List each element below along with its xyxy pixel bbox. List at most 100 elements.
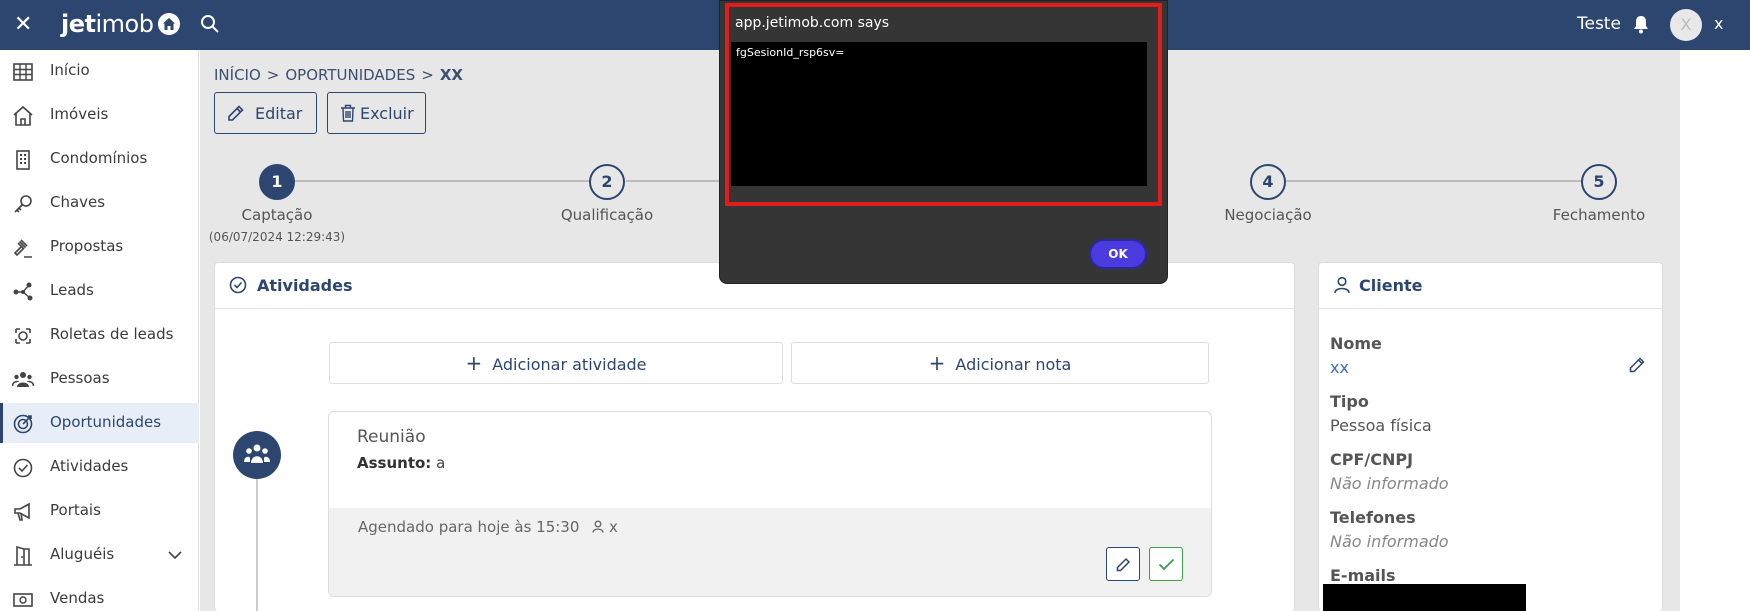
- step-4-label: Negociação: [1224, 206, 1312, 224]
- plus-icon: +: [928, 351, 946, 375]
- breadcrumb-inicio[interactable]: INÍCIO: [214, 66, 261, 84]
- activities-title: Atividades: [257, 276, 353, 295]
- activity-item[interactable]: Reunião Assunto: a Agendado para hoje às…: [328, 411, 1212, 597]
- sidebar-item-label: Chaves: [50, 193, 106, 211]
- dialog-message: fgSesionId_rsp6sv=: [736, 46, 845, 59]
- bell-icon[interactable]: [1632, 14, 1650, 38]
- people-icon: [12, 372, 34, 387]
- breadcrumb-current: XX: [439, 66, 463, 84]
- step-5[interactable]: 5: [1581, 164, 1617, 200]
- stepper-line: [1286, 180, 1584, 182]
- check-circle-icon: [13, 458, 33, 478]
- key-icon: [14, 195, 32, 213]
- sidebar-item-roletas[interactable]: Roletas de leads: [0, 315, 199, 355]
- add-activity-label: Adicionar atividade: [492, 355, 647, 374]
- sidebar-item-label: Imóveis: [50, 105, 109, 123]
- person-icon: [592, 520, 604, 533]
- roulette-icon: [15, 328, 31, 344]
- door-icon: [14, 545, 32, 566]
- sidebar-item-portais[interactable]: Portais: [0, 491, 199, 531]
- complete-activity-button[interactable]: [1149, 547, 1183, 581]
- edit-button[interactable]: Editar: [214, 92, 317, 134]
- step-2-label: Qualificação: [560, 206, 654, 224]
- sidebar-item-imoveis[interactable]: Imóveis: [0, 95, 199, 135]
- sidebar-item-condominios[interactable]: Condomínios: [0, 139, 199, 179]
- edit-client-icon[interactable]: [1629, 357, 1645, 373]
- client-cpf-value: Não informado: [1330, 474, 1449, 493]
- client-title: Cliente: [1359, 276, 1423, 295]
- assignee: x: [608, 518, 618, 536]
- step-1-label: Captação: [241, 206, 313, 224]
- subject-value: a: [436, 454, 446, 472]
- sidebar-item-leads[interactable]: Leads: [0, 271, 199, 311]
- add-note-label: Adicionar nota: [955, 355, 1072, 374]
- add-activity-button[interactable]: + Adicionar atividade: [329, 342, 783, 384]
- search-icon[interactable]: [200, 14, 220, 38]
- building-icon: [16, 150, 30, 170]
- ok-button[interactable]: OK: [1089, 239, 1147, 269]
- dialog-message-box: [731, 42, 1147, 186]
- check-circle-icon: [229, 276, 247, 294]
- right-gutter: [1680, 50, 1750, 611]
- step-4[interactable]: 4: [1250, 164, 1286, 200]
- activity-schedule: Agendado para hoje às 15:30 x: [358, 518, 618, 536]
- sidebar-item-label: Início: [50, 61, 90, 79]
- alert-dialog: app.jetimob.com says fgSesionId_rsp6sv= …: [719, 0, 1168, 284]
- sidebar-item-label: Portais: [50, 501, 101, 519]
- money-icon: [13, 593, 33, 607]
- sidebar-item-atividades[interactable]: Atividades: [0, 447, 199, 487]
- client-header: Cliente: [1319, 263, 1662, 309]
- pencil-icon: [1116, 557, 1131, 572]
- stepper-line: [294, 180, 596, 182]
- sidebar-item-oportunidades[interactable]: Oportunidades: [0, 403, 199, 443]
- pencil-icon: [228, 105, 244, 121]
- step-2[interactable]: 2: [589, 164, 625, 200]
- sidebar: Início Imóveis Condomínios Chaves Propos…: [0, 50, 199, 611]
- sidebar-item-alugueis[interactable]: Aluguéis: [0, 535, 199, 575]
- delete-button[interactable]: Excluir: [327, 92, 426, 134]
- activity-title: Reunião: [357, 427, 426, 447]
- client-type-label: Tipo: [1330, 392, 1369, 411]
- sidebar-item-label: Condomínios: [50, 149, 148, 167]
- close-label[interactable]: x: [1714, 14, 1723, 33]
- house-icon: [13, 105, 33, 126]
- client-phones-value: Não informado: [1330, 532, 1449, 551]
- sidebar-item-vendas[interactable]: Vendas: [0, 579, 199, 611]
- breadcrumb: INÍCIO > OPORTUNIDADES > XX: [214, 66, 463, 84]
- sidebar-item-label: Atividades: [50, 457, 129, 475]
- sidebar-item-inicio[interactable]: Início: [0, 51, 199, 91]
- client-cpf-label: CPF/CNPJ: [1330, 450, 1414, 469]
- chevron-down-icon[interactable]: [168, 550, 182, 560]
- sidebar-item-label: Propostas: [50, 237, 124, 255]
- gavel-icon: [13, 239, 32, 258]
- sidebar-item-chaves[interactable]: Chaves: [0, 183, 199, 223]
- step-1[interactable]: 1: [259, 164, 295, 200]
- client-card: Cliente: [1318, 262, 1663, 611]
- sidebar-item-label: Aluguéis: [50, 545, 115, 563]
- network-icon: [13, 282, 33, 301]
- sidebar-item-propostas[interactable]: Propostas: [0, 227, 199, 267]
- step-5-label: Fechamento: [1552, 206, 1646, 224]
- breadcrumb-oportunidades[interactable]: OPORTUNIDADES: [285, 66, 415, 84]
- add-note-button[interactable]: + Adicionar nota: [791, 342, 1209, 384]
- activity-subject: Assunto: a: [357, 454, 445, 472]
- client-phones-label: Telefones: [1330, 508, 1416, 527]
- avatar[interactable]: X: [1670, 9, 1702, 41]
- close-menu-icon[interactable]: ✕: [14, 12, 32, 38]
- breadcrumb-separator: >: [421, 66, 434, 84]
- client-type-value: Pessoa física: [1330, 416, 1432, 435]
- sidebar-item-pessoas[interactable]: Pessoas: [0, 359, 199, 399]
- client-name-value[interactable]: xx: [1330, 358, 1349, 377]
- grid-icon: [13, 63, 33, 81]
- edit-activity-button[interactable]: [1106, 547, 1140, 581]
- home-icon[interactable]: [158, 13, 180, 35]
- edit-button-label: Editar: [255, 104, 303, 123]
- trash-icon: [341, 104, 355, 122]
- timeline-line: [256, 479, 258, 611]
- user-name[interactable]: Teste: [1577, 14, 1621, 34]
- sidebar-item-label: Leads: [50, 281, 94, 299]
- schedule-text: Agendado para hoje às 15:30: [358, 518, 580, 536]
- sidebar-item-label: Vendas: [50, 589, 105, 607]
- logo[interactable]: jetimob: [61, 10, 154, 38]
- delete-button-label: Excluir: [360, 104, 414, 123]
